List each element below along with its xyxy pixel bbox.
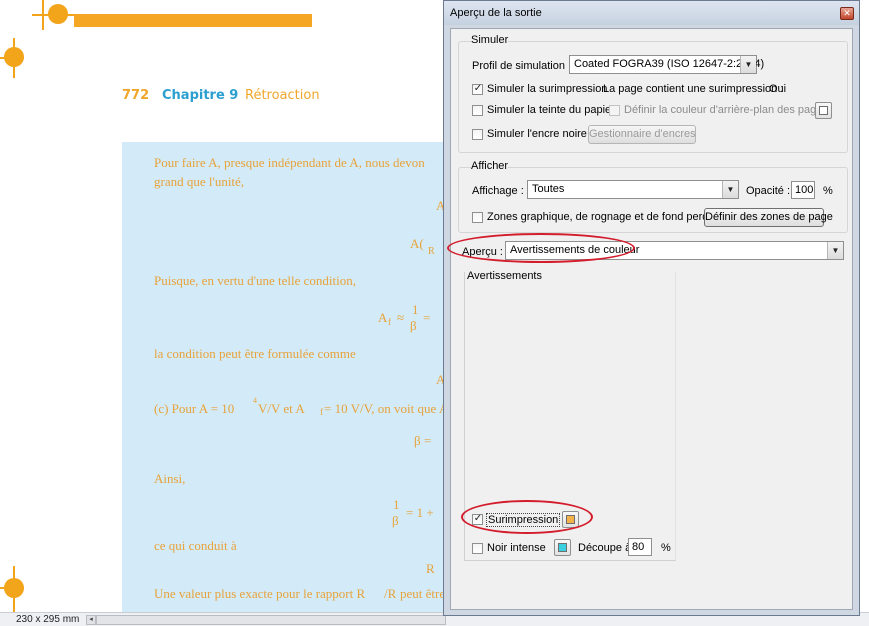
opacity-value: 100 (795, 184, 814, 196)
black-ink-checkbox[interactable] (472, 129, 483, 140)
overprint-color-button[interactable] (562, 511, 579, 528)
close-button[interactable]: ✕ (840, 7, 854, 20)
crop-target-icon (4, 578, 24, 598)
doc-line: f (320, 407, 323, 417)
crop-target-icon (48, 4, 68, 24)
page-size-readout: 230 x 295 mm (16, 614, 80, 625)
rich-black-color-swatch (558, 543, 567, 552)
display-label: Affichage : (472, 185, 524, 197)
apercu-dropdown[interactable]: Avertissements de couleur ▼ (505, 241, 844, 260)
overprint-warning-checkbox[interactable]: ✓ (472, 513, 483, 525)
crop-target-icon (4, 47, 24, 67)
page-overprint-value: Oui (769, 83, 787, 95)
doc-line: f (388, 317, 391, 327)
doc-line: Ainsi, (154, 471, 186, 486)
checkmark-icon: ✓ (473, 83, 483, 94)
doc-line: /R (384, 586, 397, 601)
doc-line: = 10 V/V, on voit que A > (324, 401, 459, 416)
simulation-profile-value: Coated FOGRA39 (ISO 12647-2:2004) (574, 58, 765, 70)
doc-line: peut être (400, 586, 446, 601)
bg-color-swatch (819, 106, 828, 115)
opacity-input[interactable]: 100 (791, 181, 815, 199)
doc-line: grand que l'unité, (154, 174, 245, 189)
simulate-overprint-checkbox[interactable]: ✓ (472, 83, 483, 95)
display-dropdown[interactable]: Toutes ▼ (527, 180, 739, 199)
doc-line: β = (414, 433, 432, 448)
paper-tint-label: Simuler la teinte du papier (487, 104, 615, 116)
horizontal-scrollbar[interactable] (96, 615, 446, 625)
doc-line: 4 (253, 396, 257, 405)
chevron-down-icon: ▼ (827, 242, 843, 259)
chevron-down-icon: ▼ (740, 56, 756, 73)
opacity-label: Opacité : (746, 185, 791, 197)
opacity-unit: % (823, 185, 833, 197)
overprint-warning-label: Surimpression (486, 513, 561, 527)
doc-line: A( (410, 236, 424, 251)
checkmark-icon: ✓ (473, 513, 483, 524)
doc-line: Pour faire A, presque indépendant de A, … (154, 155, 425, 170)
doc-line: β (392, 513, 399, 528)
crop-mark (42, 0, 44, 30)
rich-black-checkbox[interactable] (472, 543, 483, 554)
header-bar (74, 14, 312, 27)
dialog-title: Aperçu de la sortie (450, 7, 542, 19)
cutoff-value: 80 (632, 541, 645, 553)
doc-line: ≈ (397, 310, 405, 325)
cutoff-label: Découpe à (578, 542, 632, 554)
doc-line: 1 (412, 302, 419, 317)
overprint-color-swatch (566, 515, 575, 524)
doc-line: = (423, 310, 431, 325)
profile-label: Profil de simulation : (472, 60, 572, 72)
doc-line: β (410, 318, 417, 333)
zones-checkbox[interactable] (472, 212, 483, 223)
simulation-profile-dropdown[interactable]: Coated FOGRA39 (ISO 12647-2:2004) ▼ (569, 55, 764, 74)
doc-line: A (378, 310, 388, 325)
doc-line: Puisque, en vertu d'une telle condition, (154, 273, 356, 288)
dialog-body: Simuler Profil de simulation : Coated FO… (450, 28, 853, 610)
simulate-overprint-label: Simuler la surimpression (487, 83, 608, 95)
simuler-group-label: Simuler (471, 34, 509, 46)
black-ink-label: Simuler l'encre noire (487, 128, 587, 140)
zones-label: Zones graphique, de rognage et de fond p… (487, 211, 715, 223)
dialog-titlebar[interactable]: Aperçu de la sortie ✕ (444, 1, 859, 25)
cutoff-input[interactable]: 80 (628, 538, 652, 556)
output-preview-dialog: Aperçu de la sortie ✕ Simuler Profil de … (443, 0, 860, 616)
paper-tint-checkbox[interactable] (472, 105, 483, 116)
afficher-group-label: Afficher (471, 160, 509, 172)
apercu-value: Avertissements de couleur (510, 244, 640, 256)
chapter-page-number: 772 (122, 88, 150, 103)
doc-line: = 1 + (406, 505, 434, 520)
page-overprint-label: La page contient une surimpression : (603, 83, 784, 95)
bg-color-swatch-button[interactable] (815, 102, 832, 119)
rich-black-label: Noir intense (487, 542, 546, 554)
doc-line: V/V et A (258, 401, 305, 416)
apercu-label: Aperçu : (462, 246, 503, 258)
doc-line: R (428, 246, 435, 257)
chevron-down-icon: ▼ (722, 181, 738, 198)
doc-line: 1 (393, 497, 400, 512)
rich-black-color-button[interactable] (554, 539, 571, 556)
doc-line: (c) Pour A = 10 (154, 401, 235, 416)
bg-color-checkbox[interactable] (609, 105, 620, 116)
doc-line: R (426, 561, 435, 576)
doc-line: Une valeur plus exacte pour le rapport R (154, 586, 366, 601)
define-zones-button[interactable]: Définir des zones de page (704, 208, 833, 227)
chapter-subject: Rétroaction (245, 88, 320, 103)
close-icon: ✕ (843, 8, 851, 18)
bg-color-label: Définir la couleur d'arrière-plan des pa… (624, 104, 828, 116)
doc-line: ce qui conduit à (154, 538, 237, 553)
ink-manager-button[interactable]: Gestionnaire d'encres (588, 125, 696, 144)
display-value: Toutes (532, 183, 565, 195)
cutoff-unit: % (661, 542, 671, 554)
scroll-left-button[interactable]: ◂ (86, 615, 96, 625)
doc-line: la condition peut être formulée comme (154, 346, 356, 361)
chapter-label: Chapitre 9 (162, 88, 239, 103)
